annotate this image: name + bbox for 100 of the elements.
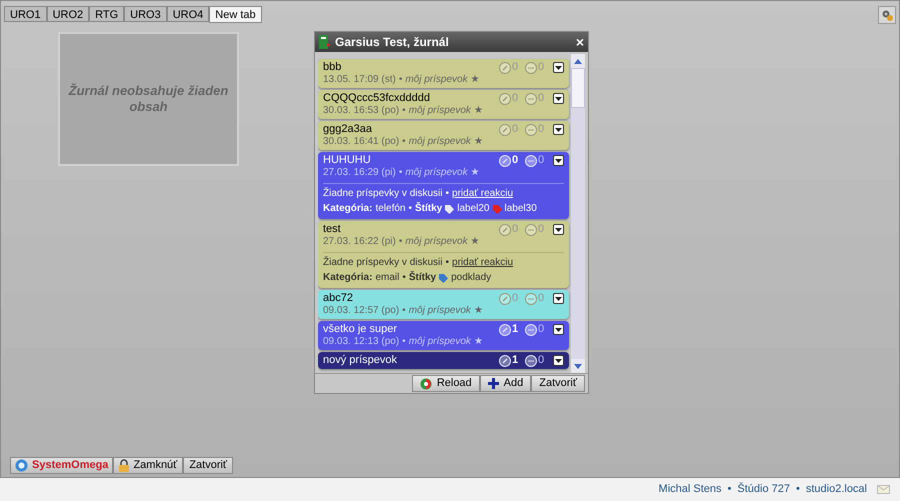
expand-button[interactable] [553, 124, 564, 135]
post-title: abc72 [323, 292, 354, 305]
settings-button[interactable] [878, 6, 896, 24]
expand-button[interactable] [553, 355, 564, 366]
tags-label: Štítky [408, 272, 436, 284]
caret-down-icon [555, 128, 562, 132]
empty-message: Žurnál neobsahuje žiaden obsah [67, 83, 230, 115]
comment-count: 0 [538, 322, 544, 338]
comment-count: 0 [538, 153, 544, 168]
post-title: všetko je super [323, 323, 398, 336]
tab[interactable]: URO2 [46, 6, 90, 22]
plain-button[interactable]: Zatvoriť [531, 375, 585, 392]
separator: • [728, 482, 732, 498]
add-reaction-link[interactable]: pridať reakciu [452, 188, 514, 200]
tag-label[interactable]: podklady [451, 272, 492, 284]
scrollbar[interactable] [571, 54, 585, 373]
separator: • [398, 236, 402, 248]
post-card[interactable]: abc72 0 0 09.03. 12:57 (po) • môj príspevok ★ [318, 290, 569, 319]
expand-button[interactable] [553, 155, 564, 166]
post-title: test [323, 223, 342, 236]
post-author: môj príspevok [405, 236, 468, 248]
post-card[interactable]: HUHUHU 0 0 27.03. 16:29 (pi) • môj príspevok ★ Žiadne príspevky v diskusii • pridať reakciu Kategória: telefón • Štítky label20 label30 [318, 152, 569, 219]
separator: • [446, 257, 450, 269]
comment-icon [525, 224, 537, 236]
category-label: Kategória: [323, 203, 372, 215]
post-author: môj príspevok [405, 167, 468, 179]
caret-down-icon [555, 96, 562, 100]
expand-button[interactable] [553, 293, 564, 304]
caret-down-icon [555, 228, 562, 232]
tag-label[interactable]: label20 [457, 203, 490, 215]
post-date: 09.03. 12:13 (po) [323, 336, 400, 348]
user-name: Michal Stens [658, 482, 722, 498]
gear-icon [880, 8, 894, 22]
reload-button[interactable]: Reload [412, 375, 480, 392]
lock-button[interactable]: Zamknúť [113, 457, 184, 474]
star-icon[interactable]: ★ [474, 305, 483, 317]
post-date: 30.03. 16:53 (po) [323, 105, 400, 117]
post-date: 27.03. 16:22 (pi) [323, 236, 396, 248]
expand-button[interactable] [553, 224, 564, 235]
padlock-icon [119, 459, 130, 472]
post-author: môj príspevok [408, 336, 471, 348]
attachment-count: 0 [512, 291, 518, 306]
post-author: môj príspevok [408, 105, 471, 117]
caret-down-icon [555, 296, 562, 300]
separator: • [408, 203, 412, 215]
host-name: studio2.local [806, 482, 867, 498]
logo-icon [15, 459, 28, 472]
post-card[interactable]: všetko je super 1 0 09.03. 12:13 (po) • môj príspevok ★ [318, 321, 569, 350]
expand-button[interactable] [553, 62, 564, 73]
scroll-up-icon[interactable] [574, 58, 582, 64]
post-author: môj príspevok [405, 74, 468, 86]
tab[interactable]: URO4 [166, 6, 210, 22]
attachment-count: 0 [512, 153, 518, 168]
post-author: môj príspevok [408, 305, 471, 317]
star-icon[interactable]: ★ [470, 167, 480, 179]
caret-down-icon [555, 328, 562, 332]
brand-button[interactable]: SystemOmega [10, 457, 114, 474]
tags-label: Štítky [415, 203, 442, 215]
refresh-icon [420, 378, 432, 390]
discussion-status: Žiadne príspevky v diskusii [323, 188, 442, 200]
journal-icon [319, 35, 330, 49]
comment-icon [525, 124, 537, 136]
post-card[interactable]: nový príspevok 1 0 [318, 352, 569, 369]
studio-name: Štúdio 727 [737, 481, 790, 498]
post-title: bbb [323, 61, 342, 74]
comment-icon [525, 354, 537, 366]
caret-down-icon [555, 158, 562, 162]
comment-icon [525, 154, 537, 166]
scroll-down-icon[interactable] [574, 364, 582, 368]
caret-down-icon [555, 358, 562, 362]
post-date: 09.03. 12:57 (po) [323, 305, 400, 317]
tab[interactable]: RTG [89, 6, 124, 22]
scroll-thumb[interactable] [571, 68, 585, 108]
separator: • [402, 272, 406, 284]
post-date: 30.03. 16:41 (po) [323, 136, 400, 148]
expand-button[interactable] [553, 324, 564, 335]
separator: • [402, 136, 406, 148]
close-button[interactable]: Zatvoriť [183, 457, 234, 474]
separator: • [398, 167, 402, 179]
add-reaction-link[interactable]: pridať reakciu [452, 257, 514, 269]
tab[interactable]: URO1 [4, 6, 47, 22]
separator: • [402, 105, 406, 117]
comment-count: 0 [538, 291, 544, 306]
separator: • [402, 305, 406, 317]
star-icon[interactable]: ★ [474, 336, 483, 348]
post-author: môj príspevok [408, 136, 471, 148]
tab[interactable]: New tab [209, 6, 262, 23]
add-button[interactable]: Add [480, 375, 532, 392]
comment-count: 0 [538, 353, 544, 368]
tag-label[interactable]: label30 [504, 203, 537, 215]
separator: • [402, 336, 406, 348]
expand-button[interactable] [553, 93, 564, 104]
post-title: nový príspevok [323, 354, 398, 367]
attachment-count: 1 [512, 322, 518, 338]
dialog-title: Garsius Test, žurnál [335, 34, 450, 51]
close-button[interactable]: × [576, 35, 584, 49]
separator: • [398, 74, 402, 86]
tab[interactable]: URO3 [124, 6, 167, 22]
comment-icon [525, 324, 537, 336]
post-title: ggg2a3aa [323, 123, 373, 136]
